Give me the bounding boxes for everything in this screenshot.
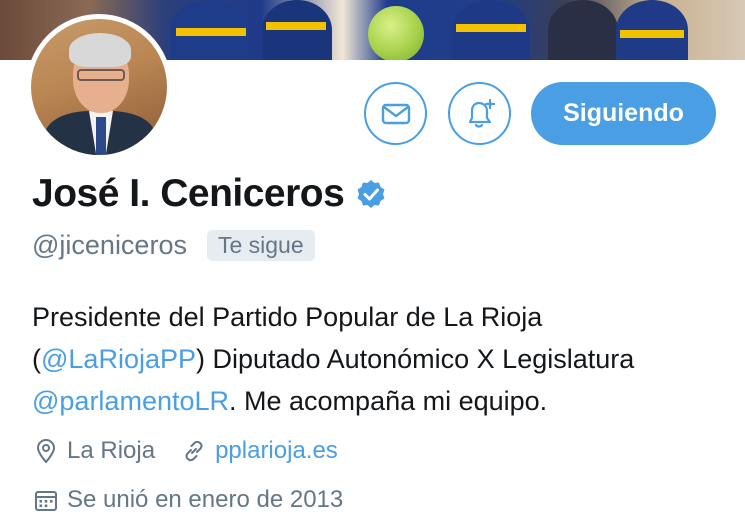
profile-name-row: José I. Ceniceros	[32, 172, 386, 216]
bell-plus-icon	[468, 98, 495, 128]
bio-text: ) Diputado Autonómico X Legislatura	[196, 344, 635, 374]
banner-ball	[368, 6, 424, 60]
profile-joined-date: Se unió en enero de 2013	[67, 486, 344, 513]
profile-joined-row: Se unió en enero de 2013	[33, 486, 343, 514]
profile-handle: @jiceniceros	[32, 230, 187, 260]
map-pin-icon	[36, 438, 56, 464]
calendar-icon	[35, 491, 57, 511]
profile-website-link[interactable]: pplarioja.es	[215, 437, 338, 465]
banner-figure	[548, 0, 618, 60]
banner-stripe	[176, 28, 246, 36]
banner-stripe	[456, 24, 526, 32]
banner-stripe	[266, 22, 326, 30]
profile-bio: Presidente del Partido Popular de La Rio…	[32, 296, 732, 422]
profile-location: La Rioja	[67, 437, 156, 464]
message-button[interactable]	[364, 82, 427, 145]
banner-figure	[262, 0, 332, 60]
bio-text: . Me acompaña mi equipo.	[229, 386, 548, 416]
bio-text: (	[32, 344, 41, 374]
follows-you-badge: Te sigue	[206, 230, 315, 261]
mention-link[interactable]: @LaRiojaPP	[41, 344, 196, 374]
following-button[interactable]: Siguiendo	[531, 82, 716, 145]
avatar-photo	[31, 19, 167, 155]
profile-avatar[interactable]	[26, 14, 172, 160]
bio-text: Presidente del Partido Popular de La Rio…	[32, 302, 543, 332]
profile-handle-row: @jiceniceros Te sigue	[32, 230, 315, 261]
mention-link[interactable]: @parlamentoLR	[32, 386, 229, 416]
verified-badge-icon	[357, 180, 385, 208]
profile-meta-row: La Rioja pplarioja.es	[33, 437, 338, 465]
banner-stripe	[620, 30, 684, 38]
profile-name: José I. Ceniceros	[32, 172, 345, 215]
notifications-button[interactable]	[448, 82, 511, 145]
link-icon	[185, 440, 203, 462]
envelope-icon	[381, 103, 410, 124]
